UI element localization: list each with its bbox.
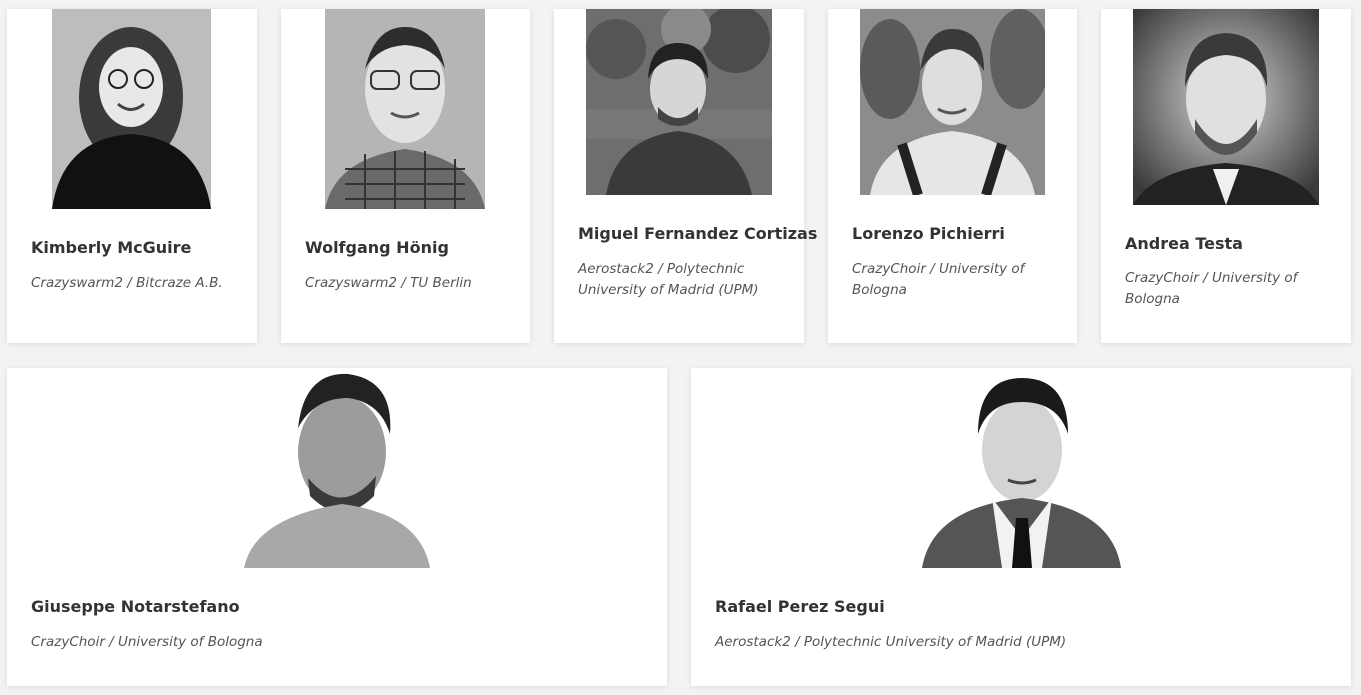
person-card: Giuseppe Notarstefano CrazyChoir / Unive… [7, 368, 667, 686]
portrait-photo [325, 9, 485, 209]
person-affiliation: Crazyswarm2 / TU Berlin [305, 275, 472, 291]
person-name: Miguel Fernandez Cortizas [578, 224, 818, 243]
person-name: Giuseppe Notarstefano [31, 597, 240, 616]
person-affiliation: CrazyChoir / University of Bologna [31, 634, 263, 650]
person-card: Andrea Testa CrazyChoir / University of … [1101, 9, 1351, 343]
portrait-photo [922, 368, 1121, 568]
person-name: Lorenzo Pichierri [852, 224, 1005, 243]
person-affiliation: CrazyChoir / University of Bologna [1125, 270, 1298, 307]
portrait-photo [586, 9, 772, 195]
portrait-photo [860, 9, 1045, 195]
portrait-photo [52, 9, 211, 209]
person-card: Miguel Fernandez Cortizas Aerostack2 / P… [554, 9, 817, 343]
person-card: Rafael Perez Segui Aerostack2 / Polytech… [691, 368, 1351, 686]
person-name: Andrea Testa [1125, 234, 1243, 253]
person-card: Wolfgang Hönig Crazyswarm2 / TU Berlin [281, 9, 530, 343]
portrait-photo [244, 368, 430, 568]
person-name: Rafael Perez Segui [715, 597, 885, 616]
person-card: Kimberly McGuire Crazyswarm2 / Bitcraze … [7, 9, 257, 343]
person-affiliation: Crazyswarm2 / Bitcraze A.B. [31, 275, 223, 291]
person-card: Lorenzo Pichierri CrazyChoir / Universit… [828, 9, 1077, 343]
person-affiliation: CrazyChoir / University of Bologna [852, 261, 1025, 298]
portrait-photo [1133, 9, 1319, 205]
person-name: Wolfgang Hönig [305, 238, 449, 257]
person-affiliation: Aerostack2 / Polytechnic University of M… [715, 634, 1067, 650]
person-name: Kimberly McGuire [31, 238, 192, 257]
person-affiliation: Aerostack2 / Polytechnic University of M… [578, 261, 759, 298]
